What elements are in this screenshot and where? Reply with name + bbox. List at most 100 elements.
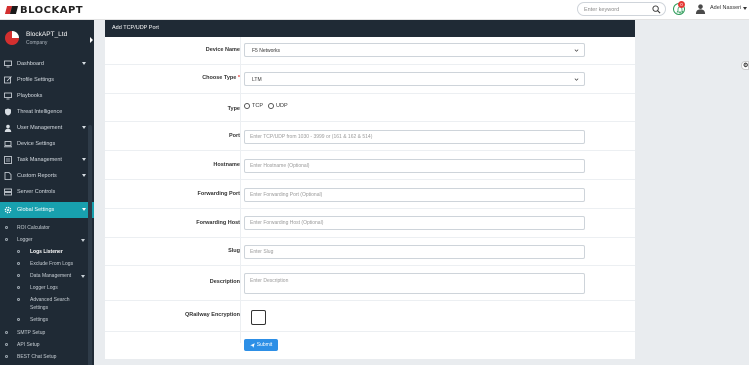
user-icon — [4, 124, 12, 132]
laptop-icon — [4, 141, 12, 148]
sidebar-item-server-controls[interactable]: Server Controls — [0, 184, 94, 200]
chevron-down-icon — [82, 174, 86, 177]
search-input[interactable] — [584, 6, 652, 14]
device-name-select[interactable]: F5 Networks — [244, 43, 585, 57]
chevron-down-icon — [82, 126, 86, 129]
sidebar-item-label: Dashboard — [17, 61, 44, 67]
port-label: Port — [229, 133, 240, 139]
sidebar-subitem-smtp-setup[interactable]: SMTP Setup — [0, 327, 94, 339]
sidebar-item-custom-reports[interactable]: Custom Reports — [0, 168, 94, 184]
forwarding-host-input[interactable] — [244, 216, 585, 230]
sidebar-subitem-best-chat-setup[interactable]: BEST Chat Setup — [0, 351, 94, 363]
submit-label: Submit — [256, 342, 273, 348]
type-radio-tcp[interactable]: TCP — [244, 103, 263, 109]
sidebar-subitem-advanced-search-settings[interactable]: Settings — [0, 302, 94, 314]
settings-toggle-icon: ⚙ — [743, 63, 749, 69]
sidebar-subitem-label: SMTP Setup — [17, 330, 46, 336]
chevron-down-icon — [574, 49, 579, 52]
chevron-right-icon — [90, 37, 93, 43]
bullet-icon — [17, 274, 20, 277]
sidebar-item-global-settings[interactable]: Global Settings — [0, 202, 94, 218]
description-row: Description — [105, 266, 635, 301]
send-icon — [249, 342, 255, 348]
sidebar-subitem-roi-calculator[interactable]: ROI Calculator — [0, 222, 94, 234]
notification-count-badge: 0 — [678, 1, 685, 8]
radio-circle[interactable] — [244, 103, 250, 109]
type-radio-udp[interactable]: UDP — [268, 103, 288, 109]
sidebar-item-label: Custom Reports — [17, 173, 57, 179]
forwarding-port-row: Forwarding Port — [105, 180, 635, 209]
form-header: Add TCP/UDP Port — [105, 20, 635, 37]
bullet-icon — [17, 298, 20, 301]
brand-logo[interactable]: BLOCKAPT — [4, 4, 83, 16]
sidebar-item-device-settings[interactable]: Device Settings — [0, 136, 94, 152]
sidebar-subitem-settings[interactable]: Settings — [0, 314, 94, 326]
chevron-down-icon — [81, 275, 85, 278]
sidebar-subitem-label: API Setup — [17, 342, 40, 348]
chevron-down-icon[interactable] — [743, 7, 747, 10]
port-input[interactable] — [244, 130, 585, 144]
search-box[interactable] — [577, 2, 666, 16]
sidebar-subitem-logger-logs[interactable]: Logger Logs — [0, 282, 94, 294]
submit-button[interactable]: Submit — [244, 339, 278, 351]
sidebar-scrollbar[interactable] — [88, 125, 92, 365]
sidebar-item-label: Profile Settings — [17, 77, 54, 83]
type-label: Type — [227, 106, 240, 112]
chevron-down-icon — [82, 62, 86, 65]
sidebar-subitem-label: Data Management — [30, 273, 72, 279]
gear-icon — [4, 206, 12, 214]
top-bar: BLOCKAPT 0 Adel Nasseri — [0, 0, 749, 20]
sidebar-item-playbooks[interactable]: Playbooks — [0, 88, 94, 104]
sidebar-subitem-label: ROI Calculator — [17, 225, 50, 231]
slug-row: Slug — [105, 238, 635, 266]
chevron-down-icon — [82, 208, 86, 211]
company-switcher[interactable]: BlockAPT_Ltd Company — [0, 20, 94, 55]
sidebar-subitem-logger[interactable]: Logger — [0, 234, 94, 246]
description-textarea[interactable] — [244, 273, 585, 294]
qrailway-checkbox[interactable] — [251, 310, 266, 325]
slug-input[interactable] — [244, 245, 585, 259]
sidebar-subitem-api-setup[interactable]: API Setup — [0, 339, 94, 351]
sidebar-item-dashboard[interactable]: Dashboard — [0, 56, 94, 72]
avatar-icon[interactable] — [695, 3, 706, 14]
sidebar: BlockAPT_Ltd Company Dashboard Profile S… — [0, 20, 94, 365]
company-name: BlockAPT_Ltd — [26, 31, 68, 38]
username-menu[interactable]: Adel Nasseri — [710, 5, 741, 11]
choose-type-select[interactable]: LTM — [244, 72, 585, 86]
sidebar-item-task-management[interactable]: Task Management — [0, 152, 94, 168]
sidebar-subitem-data-management[interactable]: Data Management — [0, 270, 94, 282]
forwarding-port-input[interactable] — [244, 188, 585, 202]
chevron-down-icon — [81, 239, 85, 242]
sidebar-item-label: Global Settings — [17, 207, 55, 213]
sidebar-subitem-label: Logs Listener — [30, 249, 63, 255]
form-title: Add TCP/UDP Port — [112, 25, 159, 31]
server-icon — [4, 188, 12, 196]
bullet-icon — [17, 250, 20, 253]
add-port-form: Device Name F5 Networks Choose Type * LT… — [105, 37, 635, 359]
radio-label: UDP — [276, 103, 288, 109]
sidebar-item-user-management[interactable]: User Management — [0, 120, 94, 136]
sidebar-item-threat-intelligence[interactable]: Threat Intelligence — [0, 104, 94, 120]
logo-mark-icon — [4, 5, 19, 15]
sidebar-item-profile-settings[interactable]: Profile Settings — [0, 72, 94, 88]
report-icon — [4, 172, 12, 180]
sidebar-subitem-logs-listener[interactable]: Logs Listener — [0, 246, 94, 258]
sidebar-item-label: Server Controls — [17, 189, 56, 195]
radio-circle[interactable] — [268, 103, 274, 109]
qrailway-label: QRailway Encryption — [184, 312, 240, 318]
search-icon[interactable] — [652, 5, 661, 14]
description-label: Description — [209, 279, 240, 285]
sidebar-subitem-label: Exclude From Logs — [30, 261, 74, 267]
sidebar-item-label: User Management — [17, 125, 63, 131]
bullet-icon — [5, 331, 8, 334]
hostname-input[interactable] — [244, 159, 585, 173]
side-panel-toggle[interactable]: ⚙ — [741, 61, 749, 70]
device-name-label: Device Name — [205, 47, 240, 53]
hostname-row: Hostname — [105, 151, 635, 180]
sidebar-subitem-exclude-from-logs[interactable]: Exclude From Logs — [0, 258, 94, 270]
main-content: Add TCP/UDP Port Device Name F5 Networks… — [94, 20, 749, 365]
bullet-icon — [5, 343, 8, 346]
chevron-down-icon — [82, 158, 86, 161]
sidebar-subitem-label: Logger Logs — [30, 285, 58, 291]
device-name-value: F5 Networks — [252, 48, 281, 54]
